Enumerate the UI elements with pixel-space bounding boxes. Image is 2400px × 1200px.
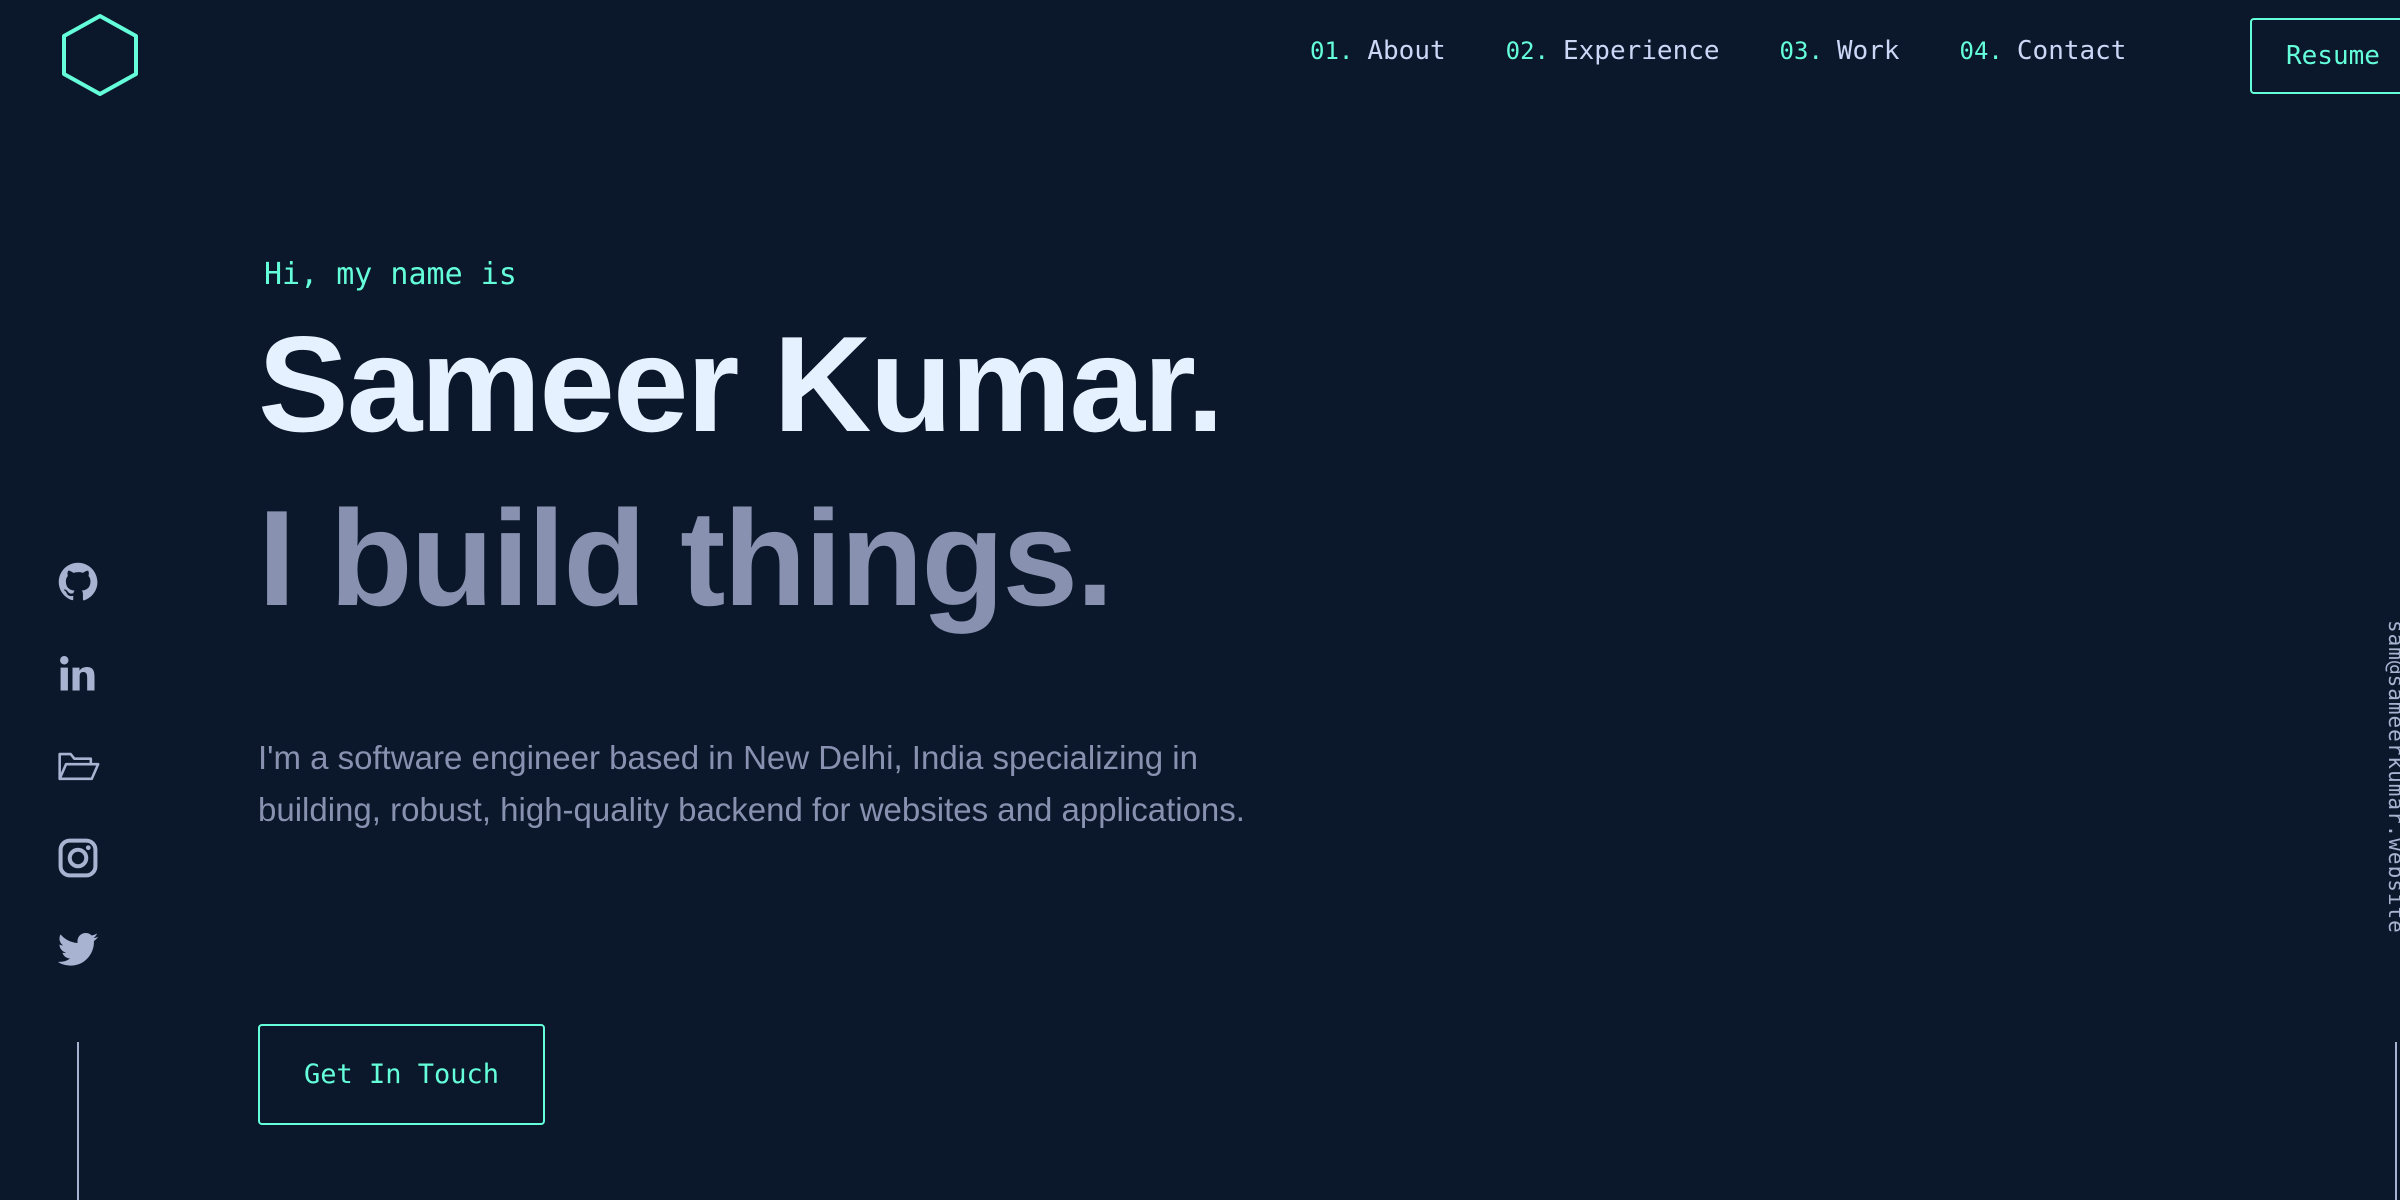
- social-links: [56, 560, 100, 1020]
- nav-number: 03.: [1779, 37, 1823, 65]
- hero-greeting: Hi, my name is: [264, 257, 517, 292]
- hero-name: Sameer Kumar.: [258, 308, 1224, 460]
- instagram-icon[interactable]: [56, 836, 100, 880]
- nav-item-work[interactable]: 03. Work: [1780, 36, 1900, 66]
- social-divider-line: [77, 1042, 79, 1200]
- resume-button[interactable]: Resume: [2250, 18, 2400, 94]
- linkedin-icon[interactable]: [56, 652, 100, 696]
- nav-number: 02.: [1505, 37, 1549, 65]
- side-email-link[interactable]: sam@sameerkumar.website: [2384, 620, 2400, 934]
- hexagon-logo-icon[interactable]: [58, 12, 142, 98]
- nav-number: 04.: [1959, 37, 2003, 65]
- folder-icon[interactable]: [56, 744, 100, 788]
- nav-label: About: [1367, 36, 1446, 66]
- twitter-icon[interactable]: [56, 928, 100, 972]
- nav-item-contact[interactable]: 04. Contact: [1960, 36, 2127, 66]
- get-in-touch-button[interactable]: Get In Touch: [258, 1024, 545, 1125]
- nav-label: Experience: [1563, 36, 1720, 66]
- nav-item-about[interactable]: 01. About: [1310, 36, 1446, 66]
- nav-item-experience[interactable]: 02. Experience: [1506, 36, 1720, 66]
- nav-label: Contact: [2016, 36, 2127, 66]
- github-icon[interactable]: [56, 560, 100, 604]
- nav-number: 01.: [1310, 37, 1354, 65]
- main-nav: 01. About 02. Experience 03. Work 04. Co…: [1310, 36, 2186, 66]
- nav-label: Work: [1836, 36, 1900, 66]
- hero-description: I'm a software engineer based in New Del…: [258, 739, 1245, 828]
- hero-tagline: I build things.: [258, 482, 1114, 634]
- hero-section: Hi, my name is Sameer Kumar. I build thi…: [258, 250, 1358, 836]
- email-divider-line: [2395, 1042, 2397, 1200]
